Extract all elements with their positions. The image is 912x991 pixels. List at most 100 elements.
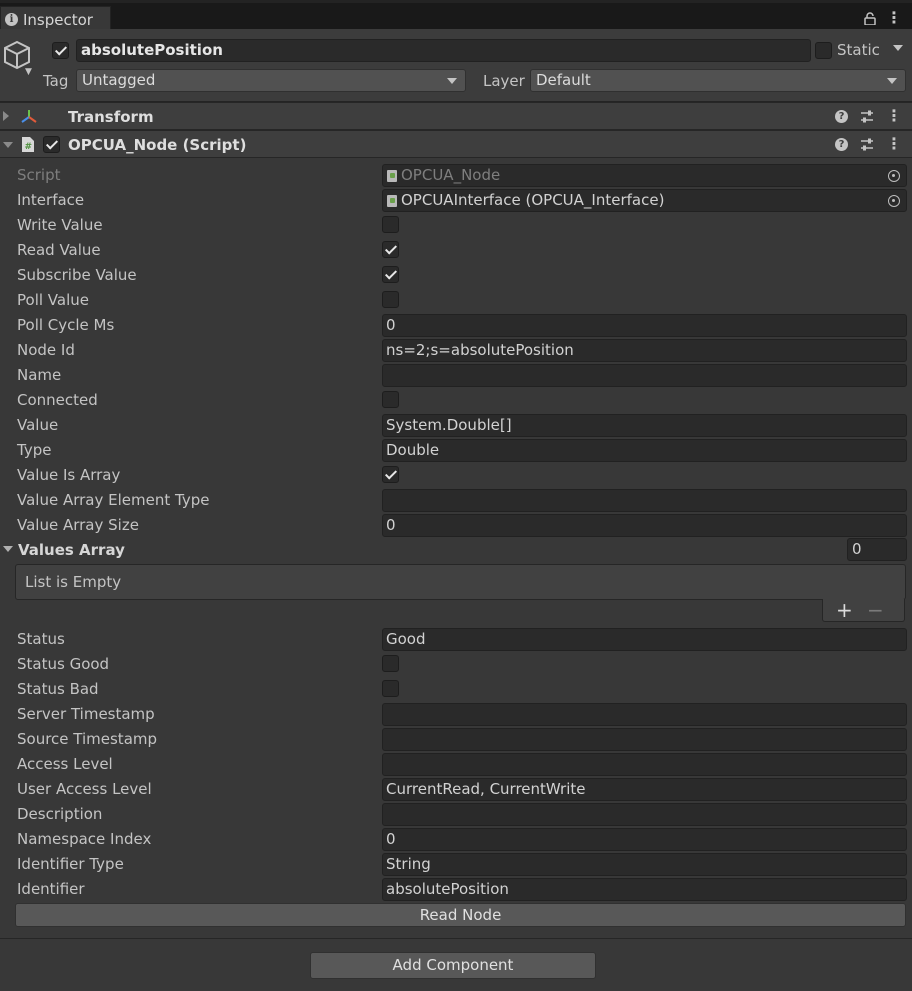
component-menu-icon[interactable]: ⋮ [886,108,902,124]
write-value-checkbox[interactable] [382,216,399,233]
value-array-element-type-label: Value Array Element Type [17,491,210,509]
status-label: Status [17,630,65,648]
name-label: Name [17,366,62,384]
script-field[interactable]: OPCUA_Node [382,164,907,187]
subscribe-value-checkbox[interactable] [382,266,399,283]
tab-bar: i Inspector ⋮ [0,0,912,32]
user-access-level-label: User Access Level [17,780,152,798]
poll-cycle-ms-label: Poll Cycle Ms [17,316,115,334]
preset-icon[interactable] [860,110,874,123]
transform-title: Transform [68,108,154,126]
value-is-array-label: Value Is Array [17,466,121,484]
component-divider [0,938,912,939]
remove-element-icon[interactable]: − [867,598,884,622]
static-label: Static [837,41,880,59]
description-field[interactable] [382,803,907,826]
read-node-button[interactable]: Read Node [15,903,906,927]
value-label: Value [17,416,59,434]
icon-dropdown-arrow-icon[interactable]: ▼ [25,67,32,77]
poll-cycle-ms-field[interactable]: 0 [382,314,907,337]
interface-value: OPCUAInterface (OPCUA_Interface) [401,191,665,209]
value-array-size-field[interactable]: 0 [382,514,907,537]
values-array-list: List is Empty [15,564,906,600]
name-field[interactable] [382,364,907,387]
object-picker-icon[interactable] [888,195,900,207]
list-empty-text: List is Empty [25,573,122,591]
access-level-label: Access Level [17,755,113,773]
value-array-element-type-field[interactable] [382,489,907,512]
static-dropdown-icon[interactable] [893,45,903,51]
gameobject-header: ▼ absolutePosition Static Tag Untagged L… [0,29,912,102]
interface-field[interactable]: OPCUAInterface (OPCUA_Interface) [382,189,907,212]
gameobject-name-field[interactable]: absolutePosition [76,39,811,62]
access-level-field[interactable] [382,753,907,776]
lock-icon[interactable] [864,11,876,25]
type-field[interactable]: Double [382,439,907,462]
info-icon: i [5,13,18,26]
read-value-label: Read Value [17,241,101,259]
identifier-label: Identifier [17,880,85,898]
type-label: Type [17,441,52,459]
script-title: OPCUA_Node (Script) [68,136,247,154]
namespace-index-label: Namespace Index [17,830,152,848]
script-asset-icon [387,170,397,182]
server-timestamp-label: Server Timestamp [17,705,155,723]
values-array-label[interactable]: Values Array [18,541,125,559]
object-picker-icon[interactable] [888,170,900,182]
list-footer: + − [822,598,905,622]
script-value: OPCUA_Node [401,166,501,184]
static-checkbox[interactable] [815,42,832,59]
preset-icon[interactable] [860,138,874,151]
script-label: Script [17,166,61,184]
transform-component-header[interactable]: Transform ? ⋮ [0,102,912,130]
status-bad-checkbox[interactable] [382,680,399,697]
transform-fold-icon[interactable] [3,111,9,121]
layer-label: Layer [483,72,525,90]
gameobject-active-checkbox[interactable] [52,42,69,59]
script-enabled-checkbox[interactable] [43,136,60,153]
node-id-label: Node Id [17,341,75,359]
values-array-fold-icon[interactable] [3,546,13,552]
script-fold-icon[interactable] [3,142,13,148]
namespace-index-field[interactable]: 0 [382,828,907,851]
read-value-checkbox[interactable] [382,241,399,258]
help-icon[interactable]: ? [835,109,848,123]
help-icon[interactable]: ? [835,137,848,151]
description-label: Description [17,805,103,823]
identifier-field[interactable]: absolutePosition [382,878,907,901]
source-timestamp-field[interactable] [382,728,907,751]
values-array-size-field[interactable]: 0 [847,538,907,561]
status-good-label: Status Good [17,655,110,673]
script-file-icon: # [22,137,34,152]
value-array-size-label: Value Array Size [17,516,139,534]
connected-checkbox[interactable] [382,391,399,408]
layer-dropdown[interactable]: Default [530,69,906,92]
source-timestamp-label: Source Timestamp [17,730,158,748]
tab-menu-icon[interactable]: ⋮ [886,10,902,26]
tag-label: Tag [43,72,69,90]
interface-asset-icon [387,195,397,207]
identifier-type-field[interactable]: String [382,853,907,876]
user-access-level-field[interactable]: CurrentRead, CurrentWrite [382,778,907,801]
node-id-field[interactable]: ns=2;s=absolutePosition [382,339,907,362]
subscribe-value-label: Subscribe Value [17,266,137,284]
value-is-array-checkbox[interactable] [382,466,399,483]
poll-value-label: Poll Value [17,291,89,309]
script-component-header[interactable]: # OPCUA_Node (Script) ? ⋮ [0,130,912,158]
connected-label: Connected [17,391,98,409]
inspector-tab-label: Inspector [23,10,93,29]
add-element-icon[interactable]: + [836,598,853,622]
transform-icon [21,110,37,123]
add-component-button[interactable]: Add Component [310,952,596,979]
value-field[interactable]: System.Double[] [382,414,907,437]
poll-value-checkbox[interactable] [382,291,399,308]
status-field[interactable]: Good [382,628,907,651]
svg-text:#: # [25,142,33,152]
write-value-label: Write Value [17,216,103,234]
status-bad-label: Status Bad [17,680,99,698]
tag-dropdown[interactable]: Untagged [76,69,466,92]
server-timestamp-field[interactable] [382,703,907,726]
component-menu-icon[interactable]: ⋮ [886,136,902,152]
identifier-type-label: Identifier Type [17,855,124,873]
status-good-checkbox[interactable] [382,655,399,672]
